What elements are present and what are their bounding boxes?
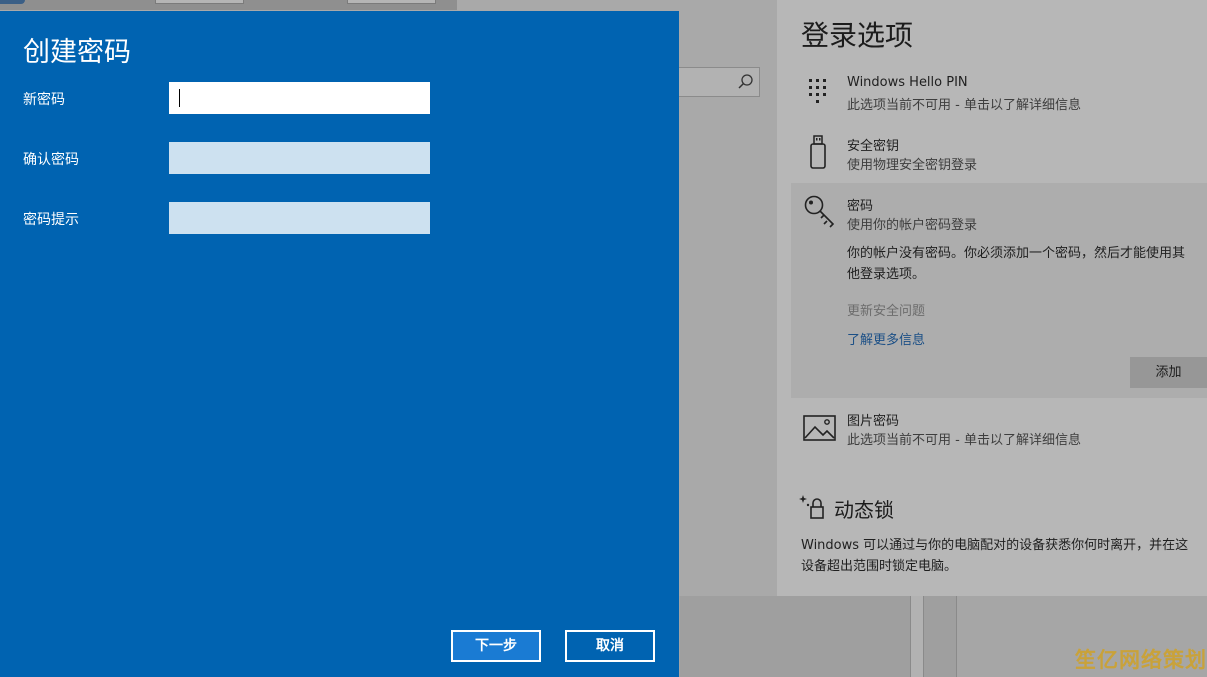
dynamic-lock-title: 动态锁	[834, 498, 894, 522]
password-description: 你的帐户没有密码。你必须添加一个密码，然后才能使用其	[847, 246, 1186, 261]
background-scrollbar	[910, 596, 924, 677]
background-tab-indicator	[0, 0, 25, 4]
watermark-text: 笙亿网络策划	[1075, 648, 1207, 672]
option-subtitle-security-key: 使用物理安全密钥登录	[847, 158, 978, 173]
dynamic-lock-icon	[799, 495, 824, 519]
new-password-input[interactable]	[169, 82, 430, 114]
option-subtitle-pin: 此选项当前不可用 - 单击以了解详细信息	[847, 98, 1081, 113]
option-title-picture-password[interactable]: 图片密码	[847, 410, 899, 429]
settings-title: 登录选项	[801, 19, 914, 52]
background-toolbar-field	[347, 0, 436, 4]
password-hint-input[interactable]	[169, 202, 430, 234]
password-hint-label: 密码提示	[23, 212, 79, 228]
usb-key-icon	[810, 135, 826, 169]
option-title-security-key[interactable]: 安全密钥	[847, 135, 899, 154]
confirm-password-label: 确认密码	[23, 152, 79, 168]
next-button[interactable]: 下一步	[451, 630, 541, 662]
confirm-password-input[interactable]	[169, 142, 430, 174]
search-icon	[738, 74, 753, 89]
learn-more-link[interactable]: 了解更多信息	[847, 329, 925, 348]
password-description-continued: 他登录选项。	[847, 267, 926, 282]
new-password-label: 新密码	[23, 92, 65, 108]
dynamic-lock-description: Windows 可以通过与你的电脑配对的设备获悉你何时离开，并在这	[801, 538, 1189, 553]
dialog-title: 创建密码	[23, 37, 131, 68]
option-title-password[interactable]: 密码	[847, 195, 873, 214]
option-subtitle-picture-password: 此选项当前不可用 - 单击以了解详细信息	[847, 433, 1081, 448]
text-caret	[179, 89, 180, 107]
dynamic-lock-description-continued: 设备超出范围时锁定电脑。	[801, 559, 958, 574]
add-password-button[interactable]: 添加	[1130, 357, 1207, 388]
option-title-pin[interactable]: Windows Hello PIN	[847, 75, 968, 90]
option-subtitle-password: 使用你的帐户密码登录	[847, 218, 978, 233]
pin-keypad-icon	[809, 79, 826, 103]
picture-icon	[803, 415, 836, 441]
background-toolbar-field	[155, 0, 244, 4]
key-icon	[804, 195, 835, 228]
cancel-button[interactable]: 取消	[565, 630, 655, 662]
update-security-questions-link[interactable]: 更新安全问题	[847, 300, 925, 319]
